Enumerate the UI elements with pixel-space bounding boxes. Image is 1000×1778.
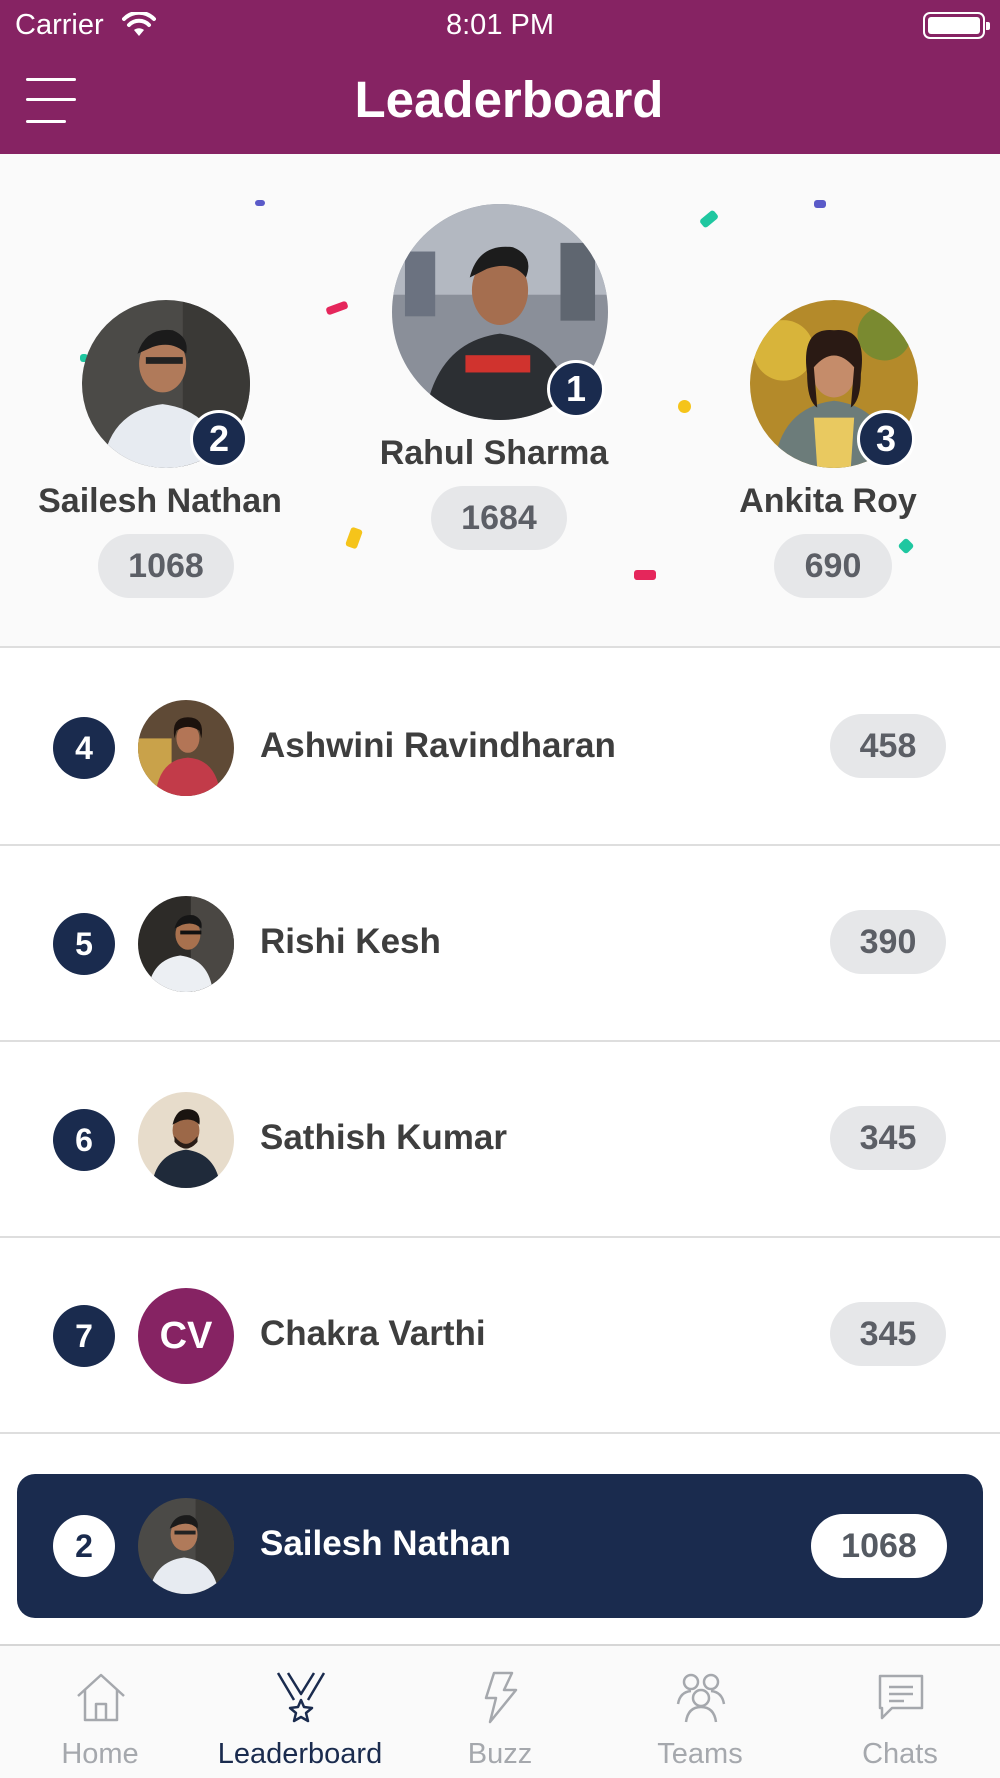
tab-teams[interactable]: Teams <box>600 1646 800 1778</box>
rank-badge: 5 <box>53 913 115 975</box>
rank-badge: 6 <box>53 1109 115 1171</box>
player-score: 345 <box>830 1106 946 1170</box>
avatar <box>138 1092 234 1188</box>
player-name: Chakra Varthi <box>260 1314 486 1353</box>
confetti <box>698 209 720 229</box>
current-user-card[interactable]: 2 Sailesh Nathan 1068 <box>17 1474 983 1618</box>
tab-leaderboard[interactable]: Leaderboard <box>200 1646 400 1778</box>
battery-icon <box>923 12 990 39</box>
player-name: Sathish Kumar <box>260 1118 507 1157</box>
tab-chats[interactable]: Chats <box>800 1646 1000 1778</box>
home-icon <box>77 1673 125 1722</box>
player-score: 458 <box>830 714 946 778</box>
podium-name-1: Rahul Sharma <box>379 434 609 472</box>
tab-label: Buzz <box>467 1738 533 1770</box>
lightning-icon <box>484 1671 518 1724</box>
podium-score-2: 1068 <box>98 534 234 598</box>
tab-label: Chats <box>862 1738 938 1770</box>
player-score: 345 <box>830 1302 946 1366</box>
tab-label: Teams <box>657 1738 743 1770</box>
tab-bar: Home Leaderboard Buzz Teams Chats <box>0 1644 1000 1778</box>
app-header: Carrier 8:01 PM Leaderboard <box>0 0 1000 154</box>
player-name: Ashwini Ravindharan <box>260 726 616 765</box>
podium-score-3: 690 <box>774 534 892 598</box>
current-user-score: 1068 <box>811 1514 947 1578</box>
confetti <box>814 200 826 208</box>
confetti <box>255 200 265 206</box>
confetti <box>897 537 915 555</box>
tab-buzz[interactable]: Buzz <box>400 1646 600 1778</box>
tab-label: Home <box>61 1738 139 1770</box>
podium-section: 1 Rahul Sharma 1684 2 Sailesh Nathan 106… <box>0 154 1000 648</box>
podium-name-3: Ankita Roy <box>739 482 917 520</box>
rank-badge: 7 <box>53 1305 115 1367</box>
rank-badge: 4 <box>53 717 115 779</box>
avatar <box>138 700 234 796</box>
list-item[interactable]: 7 CV Chakra Varthi 345 <box>0 1238 1000 1434</box>
player-score: 390 <box>830 910 946 974</box>
status-bar: Carrier 8:01 PM <box>0 0 1000 50</box>
medal-icon <box>276 1672 326 1723</box>
chat-icon <box>878 1674 924 1720</box>
player-name: Rishi Kesh <box>260 922 441 961</box>
podium-rank-badge-1: 1 <box>547 360 605 418</box>
current-user-name: Sailesh Nathan <box>260 1524 511 1563</box>
avatar-initials: CV <box>138 1288 234 1384</box>
avatar <box>138 1498 234 1594</box>
podium-score-1: 1684 <box>431 486 567 550</box>
tab-home[interactable]: Home <box>0 1646 200 1778</box>
avatar <box>138 896 234 992</box>
confetti <box>325 300 349 316</box>
tab-label: Leaderboard <box>217 1738 383 1770</box>
podium-rank-badge-3: 3 <box>857 410 915 468</box>
page-title: Leaderboard <box>354 71 664 128</box>
list-item[interactable]: 5 Rishi Kesh 390 <box>0 846 1000 1042</box>
list-item[interactable]: 4 Ashwini Ravindharan 458 <box>0 650 1000 846</box>
podium-name-2: Sailesh Nathan <box>38 482 282 520</box>
confetti <box>344 526 364 550</box>
status-time: 8:01 PM <box>446 9 554 41</box>
confetti <box>634 570 656 580</box>
teams-icon <box>676 1673 726 1723</box>
list-item[interactable]: 6 Sathish Kumar 345 <box>0 1042 1000 1238</box>
confetti <box>678 400 691 413</box>
podium-rank-badge-2: 2 <box>190 410 248 468</box>
rank-badge: 2 <box>53 1515 115 1577</box>
